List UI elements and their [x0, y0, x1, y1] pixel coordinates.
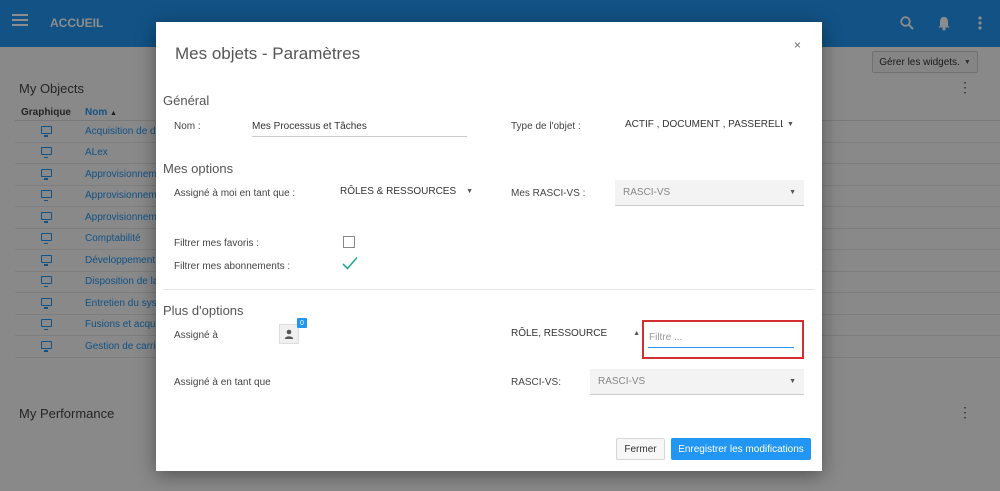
name-field[interactable]: Mes Processus et Tâches: [252, 121, 467, 137]
user-icon: [284, 329, 294, 339]
filter-favorites-checkbox[interactable]: [343, 236, 355, 248]
object-type-select[interactable]: ACTIF , DOCUMENT , PASSERELLE , IN ▼: [625, 119, 797, 130]
check-icon: [342, 256, 358, 270]
section-more-options: Plus d'options: [163, 303, 244, 318]
name-label: Nom :: [174, 121, 201, 132]
rasci-value: RASCI-VS: [598, 376, 646, 387]
section-divider: [163, 289, 815, 290]
assigned-as-label: Assigné à moi en tant que :: [174, 188, 296, 199]
close-button[interactable]: Fermer: [616, 438, 665, 460]
my-rasci-label: Mes RASCI-VS :: [511, 188, 586, 199]
section-my-options: Mes options: [163, 161, 234, 176]
filter-subscriptions-label: Filtrer mes abonnements :: [174, 261, 291, 272]
filter-subscriptions-checkbox[interactable]: [342, 256, 358, 273]
dialog-title: Mes objets - Paramètres: [175, 44, 361, 63]
rasci-label: RASCI-VS:: [511, 377, 562, 388]
section-general: Général: [163, 93, 210, 108]
my-rasci-value: RASCI-VS: [623, 187, 671, 198]
assign-user-button[interactable]: [279, 324, 299, 344]
assigned-role-value: RÔLES & RESSOURCES: [340, 186, 457, 197]
assigned-to-label: Assigné à: [174, 330, 218, 341]
object-type-label: Type de l'objet :: [511, 121, 581, 132]
save-changes-button[interactable]: Enregistrer les modifications: [671, 438, 811, 460]
caret-down-icon: ▼: [789, 378, 796, 385]
assigned-role-select[interactable]: RÔLES & RESSOURCES ▼: [340, 186, 473, 197]
settings-dialog: Mes objets - Paramètres × Général Nom : …: [156, 22, 822, 471]
caret-down-icon: ▼: [466, 188, 474, 195]
filter-favorites-label: Filtrer mes favoris :: [174, 238, 260, 249]
close-icon[interactable]: ×: [794, 38, 801, 52]
object-type-value: ACTIF , DOCUMENT , PASSERELLE , IN: [625, 119, 783, 130]
assigned-as-role-label: Assigné à en tant que: [174, 377, 271, 388]
assigned-count-badge: 0: [297, 318, 307, 328]
caret-down-icon: ▼: [789, 189, 796, 196]
caret-down-icon: ▼: [787, 121, 794, 128]
rasci-select[interactable]: RASCI-VS ▼: [590, 369, 804, 395]
filter-input[interactable]: [648, 328, 794, 348]
role-resource-select[interactable]: RÔLE, RESSOURCE ▲: [511, 328, 640, 339]
role-resource-value: RÔLE, RESSOURCE: [511, 328, 608, 339]
caret-up-icon: ▲: [633, 330, 641, 337]
my-rasci-select[interactable]: RASCI-VS ▼: [615, 180, 804, 206]
